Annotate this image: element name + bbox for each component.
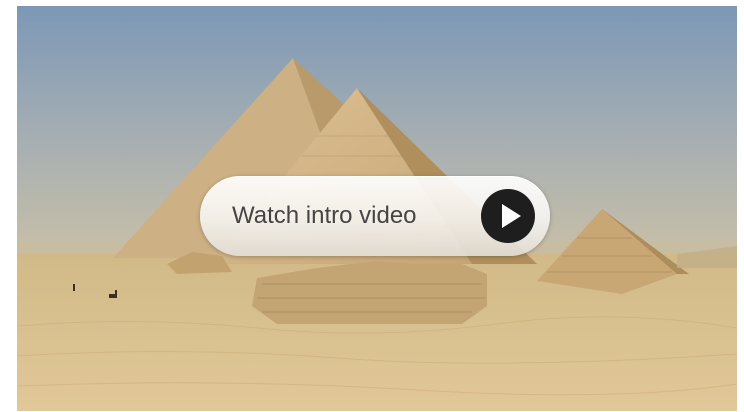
watch-intro-video-button[interactable]: Watch intro video	[200, 176, 550, 256]
watch-intro-video-label: Watch intro video	[232, 202, 417, 229]
play-icon[interactable]	[481, 189, 535, 243]
video-poster[interactable]: Watch intro video	[17, 6, 737, 411]
